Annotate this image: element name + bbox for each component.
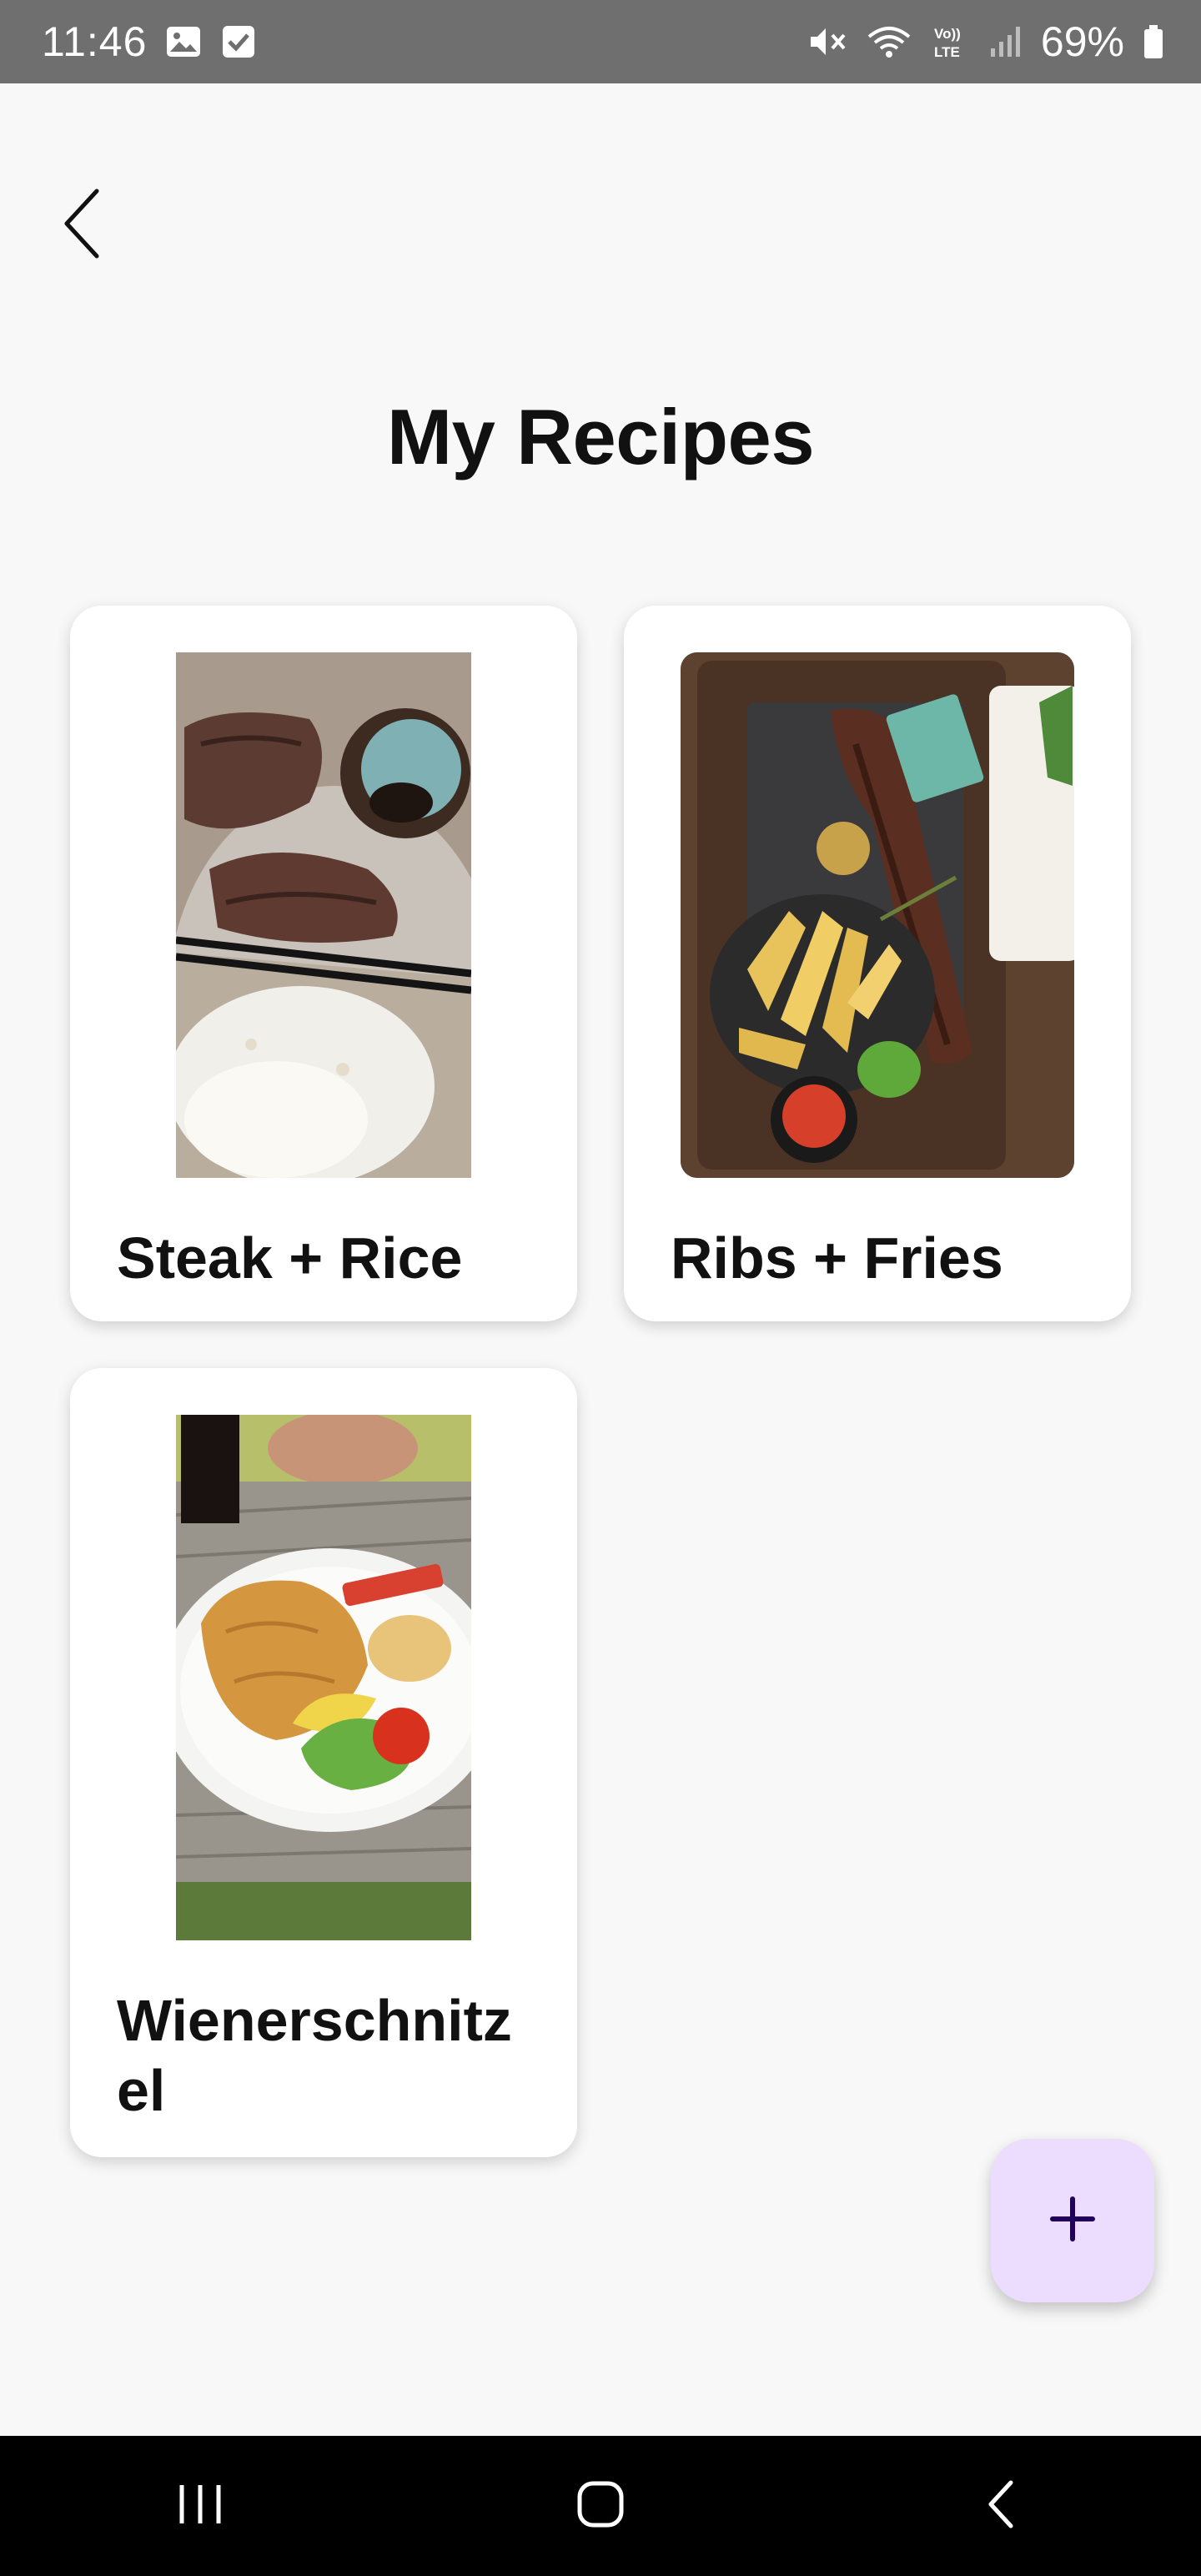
- mute-icon: [807, 23, 847, 60]
- signal-icon: [989, 23, 1023, 60]
- status-bar-left: 11:46: [42, 18, 257, 66]
- recipe-photo-ribs-fries: [681, 652, 1074, 1178]
- system-nav-bar: [0, 2436, 1201, 2576]
- chevron-left-icon: [58, 186, 108, 265]
- recipe-title: Steak + Rice: [117, 1225, 463, 1291]
- plus-icon: [1049, 2196, 1096, 2246]
- back-button[interactable]: [50, 179, 117, 271]
- home-button[interactable]: [517, 2456, 684, 2556]
- volte-icon: Vo)) LTE: [931, 23, 971, 60]
- recipe-title: Ribs + Fries: [671, 1225, 1003, 1291]
- image-icon: [165, 23, 202, 60]
- recipe-card-steak-rice[interactable]: Steak + Rice: [70, 606, 577, 1321]
- status-bar: 11:46 Vo)) LTE 69%: [0, 0, 1201, 83]
- status-bar-right: Vo)) LTE 69%: [807, 18, 1164, 66]
- page-title: My Recipes: [386, 393, 815, 480]
- recipe-title: Wienerschnitzel: [117, 1988, 512, 2123]
- recipe-photo-wienerschnitzel: [176, 1415, 471, 1940]
- home-icon: [575, 2479, 626, 2533]
- back-icon: [984, 2479, 1018, 2533]
- svg-text:Vo)): Vo)): [934, 26, 961, 42]
- checkbox-icon: [220, 23, 257, 60]
- recipe-card-ribs-fries[interactable]: Ribs + Fries: [624, 606, 1131, 1321]
- nav-back-button[interactable]: [917, 2456, 1084, 2556]
- recents-button[interactable]: [117, 2456, 284, 2556]
- svg-text:LTE: LTE: [934, 44, 960, 60]
- recents-icon: [175, 2483, 225, 2529]
- battery-icon: [1143, 23, 1164, 60]
- battery-percent: 69%: [1040, 18, 1124, 65]
- recipe-photo-steak-rice: [176, 652, 471, 1178]
- recipe-card-wienerschnitzel[interactable]: Wienerschnitzel: [70, 1368, 577, 2157]
- status-time: 11:46: [42, 18, 148, 65]
- wifi-icon: [866, 23, 912, 60]
- add-recipe-button[interactable]: [991, 2139, 1154, 2302]
